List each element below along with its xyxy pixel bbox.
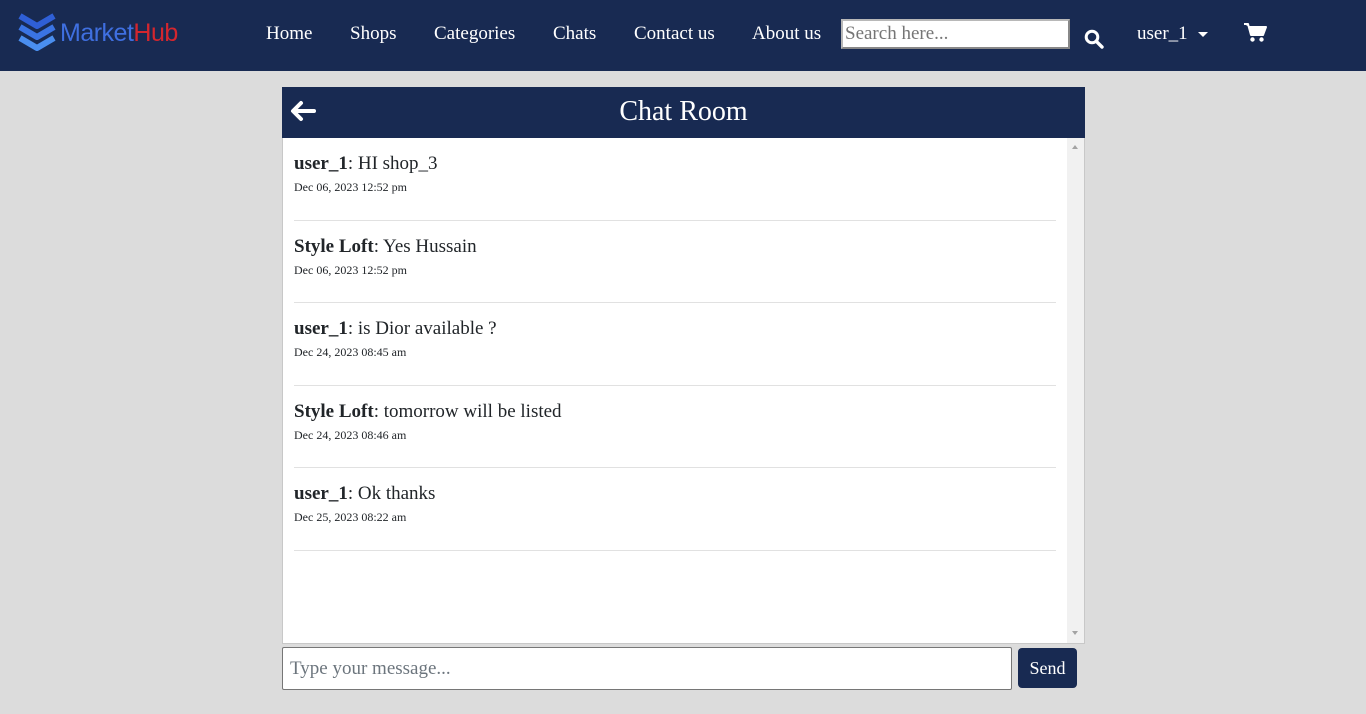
brand-name: MarketHub <box>60 19 178 48</box>
message-text: : Ok thanks <box>347 483 436 504</box>
message-sender: user_1 <box>294 153 348 174</box>
message-sender: user_1 <box>294 318 348 339</box>
message-sender: user_1 <box>294 483 348 504</box>
user-menu-dropdown[interactable]: user_1 <box>1137 23 1208 45</box>
brand-name-market: Market <box>60 18 134 47</box>
message-timestamp: Dec 06, 2023 12:52 pm <box>294 180 407 194</box>
stack-logo-icon <box>18 13 56 51</box>
message-sender: Style Loft <box>294 235 374 257</box>
message-timestamp: Dec 24, 2023 08:45 am <box>294 345 407 359</box>
message-timestamp: Dec 06, 2023 12:52 pm <box>294 262 407 277</box>
message-scrollbar[interactable] <box>1067 138 1084 643</box>
search-icon <box>1084 29 1104 49</box>
cart-button[interactable] <box>1244 22 1267 48</box>
message-text: : Yes Hussain <box>373 235 477 257</box>
scroll-up-arrow-icon[interactable] <box>1072 145 1078 149</box>
message-line: Style Loft: tomorrow will be listed <box>294 401 562 423</box>
brand-logo[interactable]: MarketHub <box>18 12 178 56</box>
search-input[interactable] <box>841 19 1070 49</box>
message-line: user_1: Ok thanks <box>294 483 435 505</box>
nav-chats-link[interactable]: Chats <box>553 23 596 45</box>
message-text: : HI shop_3 <box>347 153 438 174</box>
caret-down-icon <box>1197 32 1208 37</box>
message-item: user_1: HI shop_3 Dec 06, 2023 12:52 pm <box>294 138 1056 221</box>
message-list: user_1: HI shop_3 Dec 06, 2023 12:52 pm … <box>294 138 1056 551</box>
message-item: user_1: Ok thanks Dec 25, 2023 08:22 am <box>294 468 1056 551</box>
message-item: Style Loft: Yes Hussain Dec 06, 2023 12:… <box>294 221 1056 303</box>
chat-room-header: Chat Room <box>282 87 1085 138</box>
nav-categories-link[interactable]: Categories <box>434 23 515 45</box>
brand-name-hub: Hub <box>133 18 178 47</box>
navbar: MarketHub Home Shops Categories Chats Co… <box>0 0 1366 71</box>
nav-home-link[interactable]: Home <box>266 23 312 45</box>
chat-room-title: Chat Room <box>619 96 748 127</box>
send-button[interactable]: Send <box>1018 648 1077 688</box>
message-line: user_1: HI shop_3 <box>294 153 438 175</box>
message-input[interactable] <box>282 647 1012 690</box>
shopping-cart-icon <box>1244 23 1267 42</box>
message-text: : tomorrow will be listed <box>373 400 562 422</box>
nav-shops-link[interactable]: Shops <box>350 23 396 45</box>
scroll-down-arrow-icon[interactable] <box>1072 631 1078 635</box>
message-item: Style Loft: tomorrow will be listed Dec … <box>294 386 1056 468</box>
nav-contact-link[interactable]: Contact us <box>634 23 715 45</box>
message-item: user_1: is Dior available ? Dec 24, 2023… <box>294 303 1056 386</box>
nav-about-link[interactable]: About us <box>752 23 821 45</box>
message-timestamp: Dec 25, 2023 08:22 am <box>294 510 407 524</box>
chat-messages-panel[interactable]: user_1: HI shop_3 Dec 06, 2023 12:52 pm … <box>282 138 1085 644</box>
message-line: Style Loft: Yes Hussain <box>294 236 477 258</box>
message-line: user_1: is Dior available ? <box>294 318 497 340</box>
message-timestamp: Dec 24, 2023 08:46 am <box>294 427 407 442</box>
search-button[interactable] <box>1084 29 1104 49</box>
message-text: : is Dior available ? <box>347 318 497 339</box>
user-name: user_1 <box>1137 23 1188 44</box>
message-sender: Style Loft <box>294 400 374 422</box>
